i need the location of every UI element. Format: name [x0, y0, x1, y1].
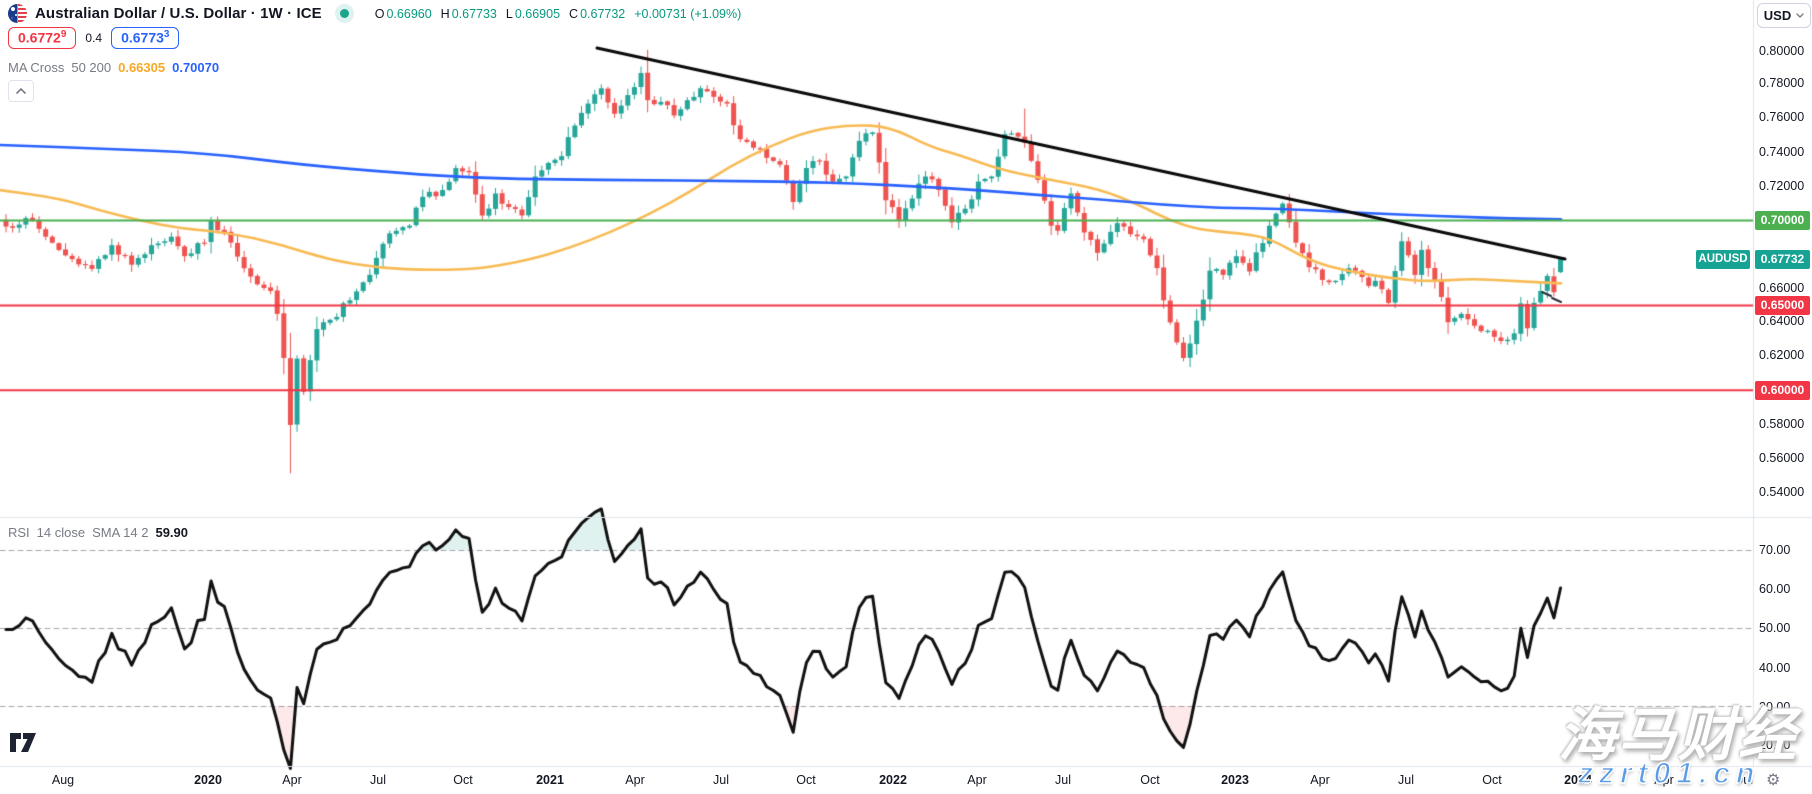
- time-label: Jul: [1055, 773, 1071, 787]
- time-label: Oct: [1482, 773, 1501, 787]
- axis-label: 60.00: [1759, 582, 1790, 596]
- chevron-up-icon: [16, 88, 26, 94]
- last-price-badge: 0.67732: [1755, 250, 1810, 269]
- symbol-title[interactable]: Australian Dollar / U.S. Dollar · 1W · I…: [35, 5, 322, 22]
- symbol-badge: AUDUSD: [1696, 250, 1750, 269]
- axis-label: 0.64000: [1759, 314, 1804, 328]
- time-label: Apr: [625, 773, 644, 787]
- axis-label: 0.54000: [1759, 485, 1804, 499]
- chart-canvas[interactable]: [0, 0, 1812, 794]
- time-label: Oct: [1140, 773, 1159, 787]
- change-value: +0.00731 (+1.09%): [634, 7, 741, 21]
- axis-label: 0.80000: [1759, 44, 1804, 58]
- time-label: Oct: [796, 773, 815, 787]
- time-label: Jul: [1398, 773, 1414, 787]
- axis-label: 70.00: [1759, 543, 1790, 557]
- time-label: Jul: [713, 773, 729, 787]
- time-label: Apr: [967, 773, 986, 787]
- time-label: Oct: [453, 773, 472, 787]
- time-label: Jul: [370, 773, 386, 787]
- axis-label: 30.00: [1759, 700, 1790, 714]
- level-badge-0-70: 0.70000: [1755, 211, 1810, 230]
- time-label: Aug: [52, 773, 74, 787]
- currency-toggle-button[interactable]: USD: [1757, 3, 1811, 28]
- indicator-params: 50 200: [71, 60, 111, 75]
- time-label: Apr: [1654, 773, 1673, 787]
- tradingview-logo[interactable]: [10, 733, 38, 753]
- ma-cross-legend[interactable]: MA Cross 50 200 0.66305 0.70070: [8, 60, 219, 75]
- collapse-legend-button[interactable]: [8, 80, 34, 102]
- high-value: H0.67733: [441, 7, 497, 21]
- rsi-value: 59.90: [155, 525, 188, 540]
- level-badge-0-65: 0.65000: [1755, 296, 1810, 315]
- level-badge-0-60: 0.60000: [1755, 381, 1810, 400]
- time-label: Apr: [282, 773, 301, 787]
- axis-label: 0.62000: [1759, 348, 1804, 362]
- time-label: 2020: [194, 773, 222, 787]
- axis-label: 0.74000: [1759, 145, 1804, 159]
- rsi-name: RSI: [8, 525, 30, 540]
- chart-root: Australian Dollar / U.S. Dollar · 1W · I…: [0, 0, 1812, 794]
- rsi-smoothing: SMA 14 2: [92, 525, 148, 540]
- open-value: O0.66960: [375, 7, 432, 21]
- market-status-icon[interactable]: [340, 9, 349, 18]
- axis-label: 0.78000: [1759, 76, 1804, 90]
- buy-price-button[interactable]: 0.67733: [111, 27, 179, 49]
- indicator-name: MA Cross: [8, 60, 64, 75]
- chevron-down-icon: [1796, 13, 1804, 18]
- axis-label: 0.66000: [1759, 281, 1804, 295]
- symbol-legend-row[interactable]: Australian Dollar / U.S. Dollar · 1W · I…: [8, 4, 741, 23]
- sell-price-button[interactable]: 0.67729: [8, 27, 76, 49]
- axis-label: 50.00: [1759, 621, 1790, 635]
- time-label: 2023: [1221, 773, 1249, 787]
- time-label: Apr: [1310, 773, 1329, 787]
- axis-label: 20.00: [1759, 738, 1790, 752]
- ma50-value: 0.66305: [118, 60, 165, 75]
- axis-label: 40.00: [1759, 661, 1790, 675]
- axis-label: 0.76000: [1759, 110, 1804, 124]
- time-label: 2021: [536, 773, 564, 787]
- ma200-value: 0.70070: [172, 60, 219, 75]
- ohlc-readout: O0.66960 H0.67733 L0.66905 C0.67732 +0.0…: [375, 7, 742, 21]
- currency-label: USD: [1764, 8, 1791, 23]
- spread-value: 0.4: [85, 31, 102, 45]
- rsi-params: 14 close: [37, 525, 85, 540]
- rsi-legend[interactable]: RSI 14 close SMA 14 2 59.90: [8, 525, 188, 540]
- axis-label: 0.56000: [1759, 451, 1804, 465]
- time-label: 2022: [879, 773, 907, 787]
- close-value: C0.67732: [569, 7, 625, 21]
- axis-label: 0.58000: [1759, 417, 1804, 431]
- low-value: L0.66905: [506, 7, 560, 21]
- audusd-flag-icon: [8, 4, 27, 23]
- time-label: Jul: [1737, 773, 1753, 787]
- time-label: 2024: [1564, 773, 1592, 787]
- settings-gear-icon[interactable]: ⚙: [1766, 770, 1780, 790]
- axis-label: 0.72000: [1759, 179, 1804, 193]
- quote-row: 0.67729 0.4 0.67733: [8, 27, 179, 49]
